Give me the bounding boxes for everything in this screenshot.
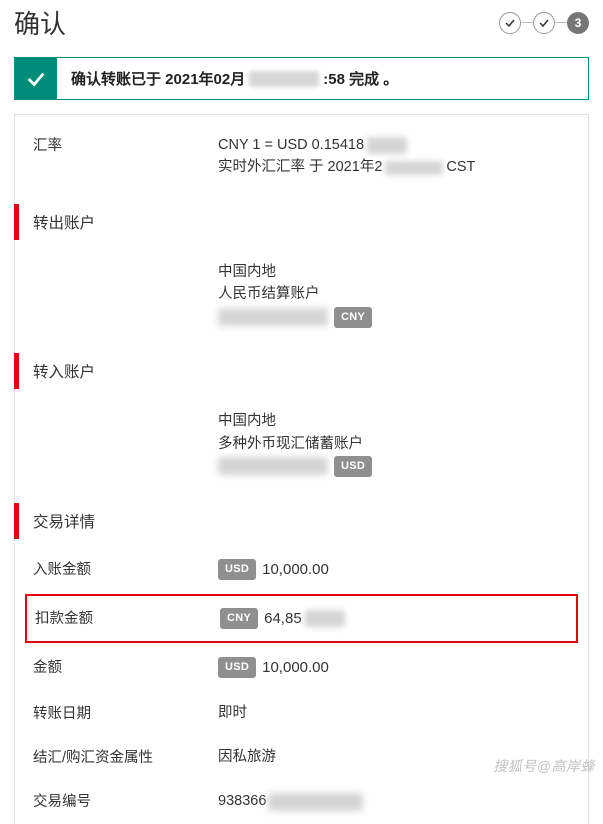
label-exchange-rate: 汇率 [33,134,218,179]
step-2-done [533,12,555,34]
section-title-details: 交易详情 [19,510,95,532]
check-icon [504,17,516,29]
currency-pill: CNY [220,608,258,629]
from-region: 中国内地 [218,261,570,283]
section-to-account: 转入账户 [15,345,588,397]
highlight-debit: 扣款金额 CNY 64,85 [25,594,578,643]
label-debit: 扣款金额 [35,607,220,630]
label-purpose: 结汇/购汇资金属性 [33,746,218,768]
reference-text: 938366 [218,793,266,809]
currency-pill: CNY [334,307,372,328]
step-1-done [499,12,521,34]
redacted-account-no [218,457,328,475]
redacted-date [249,71,319,87]
value-exchange-rate: CNY 1 = USD 0.15418 实时外汇汇率 于 2021年2 CST [218,134,570,179]
check-icon [538,17,550,29]
rate-time-prefix: 实时外汇汇率 于 2021年2 [218,159,382,175]
value-purpose: 因私旅游 [218,746,570,768]
row-to-details: 中国内地 多种外币现汇储蓄账户 USD [15,397,588,490]
row-amount: 金额 USD 10,000.00 [15,645,588,690]
success-alert: 确认转账已于 2021年02月 :58 完成 。 [14,57,589,100]
row-exchange-rate: 汇率 CNY 1 = USD 0.15418 实时外汇汇率 于 2021年2 CS… [15,121,588,192]
rate-value: CNY 1 = USD 0.15418 [218,137,364,153]
from-account-details: 中国内地 人民币结算账户 CNY [218,261,570,328]
row-from-details: 中国内地 人民币结算账户 CNY [15,248,588,341]
step-3-current: 3 [567,12,589,34]
check-icon [25,68,47,90]
details-panel: 汇率 CNY 1 = USD 0.15418 实时外汇汇率 于 2021年2 CS… [14,114,589,824]
to-account-details: 中国内地 多种外币现汇储蓄账户 USD [218,410,570,477]
amount-text: 10,000.00 [262,561,329,578]
redacted-account-no [218,308,328,326]
redacted [385,161,443,175]
step-separator [521,22,533,24]
row-reference: 交易编号 938366 [15,779,588,823]
section-title-to: 转入账户 [19,360,95,382]
redacted [268,793,363,811]
value-date: 即时 [218,702,570,724]
row-debit-amount: 扣款金额 CNY 64,85 [27,596,576,641]
to-account-type: 多种外币现汇储蓄账户 [218,433,570,455]
currency-pill: USD [218,559,256,580]
label-date: 转账日期 [33,702,218,724]
page-header: 确认 3 [0,0,603,51]
label-reference: 交易编号 [33,790,218,812]
value-reference: 938366 [218,790,570,812]
alert-message: 确认转账已于 2021年02月 :58 完成 。 [57,58,412,99]
currency-pill: USD [334,456,372,477]
alert-text-prefix: 确认转账已于 2021年02月 [71,68,245,89]
row-purpose: 结汇/购汇资金属性 因私旅游 [15,735,588,779]
from-account-type: 人民币结算账户 [218,283,570,305]
currency-pill: USD [218,657,256,678]
redacted [367,137,407,154]
row-credit-amount: 入账金额 USD 10,000.00 [15,547,588,592]
redacted [305,610,345,627]
amount-text: 10,000.00 [262,659,329,676]
value-credit: USD 10,000.00 [218,558,570,581]
step-indicator: 3 [499,12,589,34]
section-from-account: 转出账户 [15,196,588,248]
value-debit: CNY 64,85 [220,607,568,630]
alert-text-suffix: :58 完成 。 [323,68,398,89]
rate-time-suffix: CST [446,159,475,175]
row-transfer-date: 转账日期 即时 [15,691,588,735]
step-separator [555,22,567,24]
section-tx-details: 交易详情 [15,495,588,547]
label-amount: 金额 [33,656,218,679]
section-title-from: 转出账户 [19,211,95,233]
to-region: 中国内地 [218,410,570,432]
amount-text: 64,85 [264,610,302,627]
value-amount: USD 10,000.00 [218,656,570,679]
success-icon-box [15,58,57,99]
label-credit: 入账金额 [33,558,218,581]
page-title: 确认 [14,4,66,41]
